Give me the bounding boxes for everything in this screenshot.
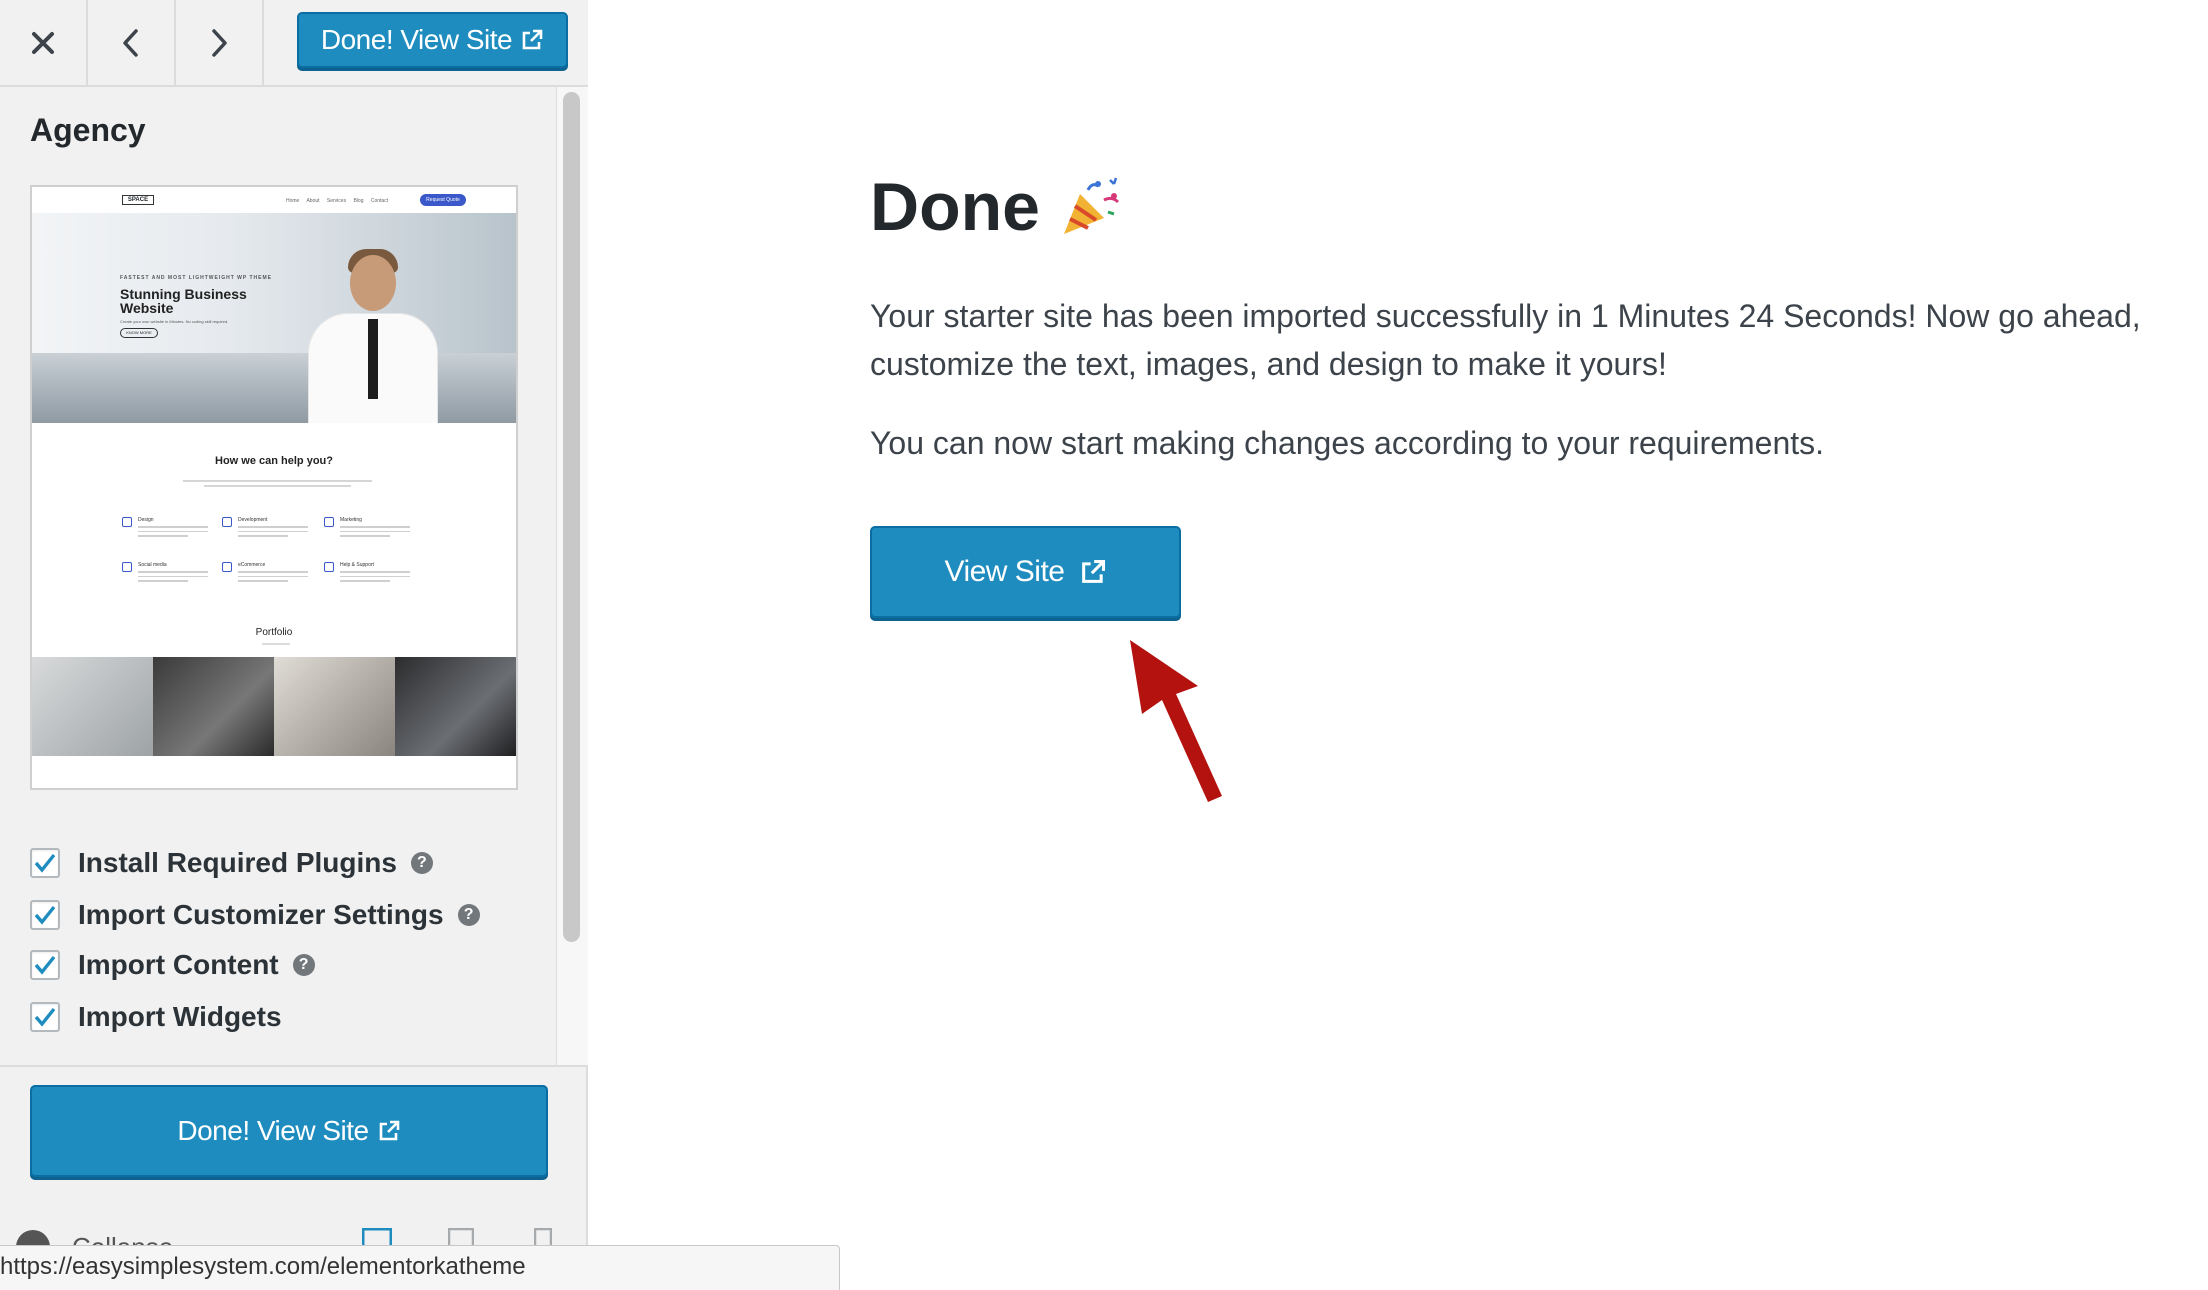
external-link-icon — [1079, 558, 1107, 586]
preview-logo: SPACE — [122, 195, 154, 205]
done-heading: Done — [870, 169, 1040, 245]
view-site-button[interactable]: View Site — [870, 526, 1181, 618]
option-label: Import Customizer Settings — [78, 899, 444, 930]
done-view-site-label: Done! View Site — [320, 24, 513, 55]
external-link-icon — [377, 1119, 401, 1143]
help-icon[interactable]: ? — [410, 852, 433, 874]
preview-feature: Marketing — [324, 517, 414, 537]
preview-portfolio-gallery — [32, 657, 516, 756]
preview-headline: Stunning Business Website — [120, 286, 247, 316]
preview-feature: Design — [122, 517, 212, 537]
preview-section-heading: How we can help you? — [215, 455, 333, 467]
annotation-arrow-icon — [1120, 636, 1230, 811]
chevron-left-icon — [123, 28, 138, 57]
scrollbar-thumb[interactable] — [563, 92, 580, 942]
checkmark-icon — [34, 955, 56, 975]
checkmark-icon — [34, 853, 56, 873]
option-label: Import Widgets — [78, 1001, 282, 1032]
option-install-required-plugins[interactable]: Install Required Plugins ? — [30, 846, 433, 880]
checkmark-icon — [34, 905, 56, 925]
checkbox[interactable] — [30, 900, 60, 930]
next-button[interactable] — [176, 0, 264, 85]
checkbox[interactable] — [30, 1002, 60, 1032]
preview-hero: FASTEST AND MOST LIGHTWEIGHT WP THEME St… — [32, 213, 516, 423]
checkbox[interactable] — [30, 848, 60, 878]
browser-status-url: https://easysimplesystem.com/elementorka… — [0, 1245, 840, 1290]
preview-kicker: FASTEST AND MOST LIGHTWEIGHT WP THEME — [120, 275, 272, 281]
help-icon[interactable]: ? — [457, 904, 480, 926]
preview-portfolio-heading: Portfolio — [255, 627, 293, 638]
option-import-customizer-settings[interactable]: Import Customizer Settings ? — [30, 898, 480, 932]
theme-title: Agency — [30, 112, 146, 148]
preview-subline: Create your own website in Minutes. No c… — [120, 319, 229, 324]
preview-nav: SPACE Home About Services Blog Contact R… — [32, 187, 516, 213]
done-view-site-button-top[interactable]: Done! View Site — [297, 12, 568, 68]
close-button[interactable] — [0, 0, 88, 85]
done-view-site-label: Done! View Site — [177, 1115, 369, 1146]
footer-divider — [0, 1065, 588, 1067]
previous-button[interactable] — [88, 0, 176, 85]
preview-nav-cta: Request Quote — [420, 194, 466, 206]
preview-feature: eCommerce — [222, 562, 312, 582]
option-label: Install Required Plugins — [78, 847, 397, 878]
option-import-widgets[interactable]: Import Widgets — [30, 1000, 282, 1034]
external-link-icon — [520, 28, 544, 52]
close-icon — [32, 31, 54, 54]
checkmark-icon — [34, 1007, 56, 1027]
option-import-content[interactable]: Import Content ? — [30, 948, 315, 982]
preview-feature: Development — [222, 517, 312, 537]
party-popper-icon — [1058, 174, 1124, 240]
help-icon[interactable]: ? — [292, 954, 315, 976]
next-steps-message: You can now start making changes accordi… — [870, 425, 1825, 461]
option-label: Import Content — [78, 949, 279, 980]
customizer-sidebar: Done! View Site Agency SPACE Home About … — [0, 0, 588, 1290]
main-preview-area — [588, 0, 2208, 1290]
success-message: Your starter site has been imported succ… — [870, 298, 2141, 382]
preview-more-button: KNOW MORE — [120, 328, 158, 338]
theme-preview-screenshot: SPACE Home About Services Blog Contact R… — [30, 185, 518, 790]
preview-feature: Help & Support — [324, 562, 414, 582]
done-view-site-button-bottom[interactable]: Done! View Site — [30, 1085, 548, 1177]
chevron-right-icon — [212, 28, 227, 57]
page-title: Done — [870, 168, 1124, 246]
preview-nav-links: Home About Services Blog Contact — [286, 198, 389, 204]
sidebar-topbar: Done! View Site — [0, 0, 588, 87]
view-site-label: View Site — [944, 555, 1065, 588]
preview-feature: Social media — [122, 562, 212, 582]
checkbox[interactable] — [30, 950, 60, 980]
